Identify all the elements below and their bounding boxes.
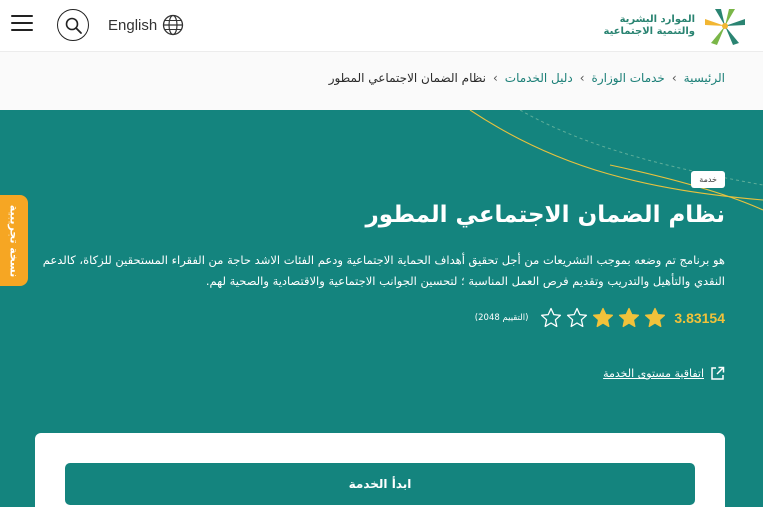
star-filled-icon[interactable] bbox=[592, 307, 614, 329]
search-icon bbox=[65, 17, 82, 34]
star-empty-icon[interactable] bbox=[540, 307, 562, 329]
beta-version-label: نسخة تجريبية bbox=[7, 204, 21, 277]
breadcrumb-home-link[interactable]: الرئيسية bbox=[684, 71, 725, 85]
hamburger-menu-icon[interactable] bbox=[11, 14, 33, 32]
chevron-left-icon: ‹ bbox=[492, 71, 498, 85]
language-switch-button[interactable]: English bbox=[108, 12, 184, 38]
breadcrumb-services-link[interactable]: خدمات الوزارة bbox=[592, 71, 665, 85]
ministry-logo[interactable]: الموارد البشرية والتنمية الاجتماعية bbox=[604, 4, 750, 48]
breadcrumb-current: نظام الضمان الاجتماعي المطور bbox=[328, 71, 486, 85]
service-type-badge: خدمة bbox=[691, 171, 725, 188]
star-empty-icon[interactable] bbox=[566, 307, 588, 329]
start-service-button[interactable]: ابدأ الخدمة bbox=[65, 463, 695, 505]
sla-link[interactable]: اتفاقية مستوى الخدمة bbox=[603, 366, 725, 381]
star-filled-icon[interactable] bbox=[644, 307, 666, 329]
service-description: هو برنامج تم وضعه بموجب التشريعات من أجل… bbox=[42, 253, 725, 288]
logo-line-1: الموارد البشرية bbox=[619, 14, 695, 25]
service-title: نظام الضمان الاجتماعي المطور bbox=[365, 202, 725, 228]
star-filled-icon[interactable] bbox=[618, 307, 640, 329]
language-label: English bbox=[108, 16, 158, 34]
external-link-icon bbox=[711, 366, 725, 380]
rating-stars bbox=[540, 307, 666, 329]
rating-count: (التقييم 2048) bbox=[474, 313, 529, 323]
top-header: English الموارد البشرية والتنمية الاجتما… bbox=[0, 0, 763, 52]
logo-line-2: والتنمية الاجتماعية bbox=[603, 26, 696, 37]
service-action-card: ابدأ الخدمة bbox=[35, 433, 725, 507]
chevron-left-icon: ‹ bbox=[671, 71, 677, 85]
breadcrumb-guide-link[interactable]: دليل الخدمات bbox=[505, 71, 573, 85]
breadcrumb-bar: الرئيسية ‹ خدمات الوزارة ‹ دليل الخدمات … bbox=[0, 52, 763, 110]
sla-link-label: اتفاقية مستوى الخدمة bbox=[603, 367, 704, 380]
globe-icon bbox=[163, 14, 184, 36]
chevron-left-icon: ‹ bbox=[579, 71, 585, 85]
logo-text: الموارد البشرية والتنمية الاجتماعية bbox=[604, 14, 696, 38]
rating-value: 3.83154 bbox=[674, 310, 725, 326]
beta-version-tab[interactable]: نسخة تجريبية bbox=[0, 195, 28, 286]
search-button[interactable] bbox=[57, 9, 89, 41]
breadcrumb: الرئيسية ‹ خدمات الوزارة ‹ دليل الخدمات … bbox=[329, 71, 725, 85]
rating-row: 3.83154 (التقييم 2048) bbox=[475, 307, 725, 329]
logo-emblem-icon bbox=[705, 9, 745, 45]
